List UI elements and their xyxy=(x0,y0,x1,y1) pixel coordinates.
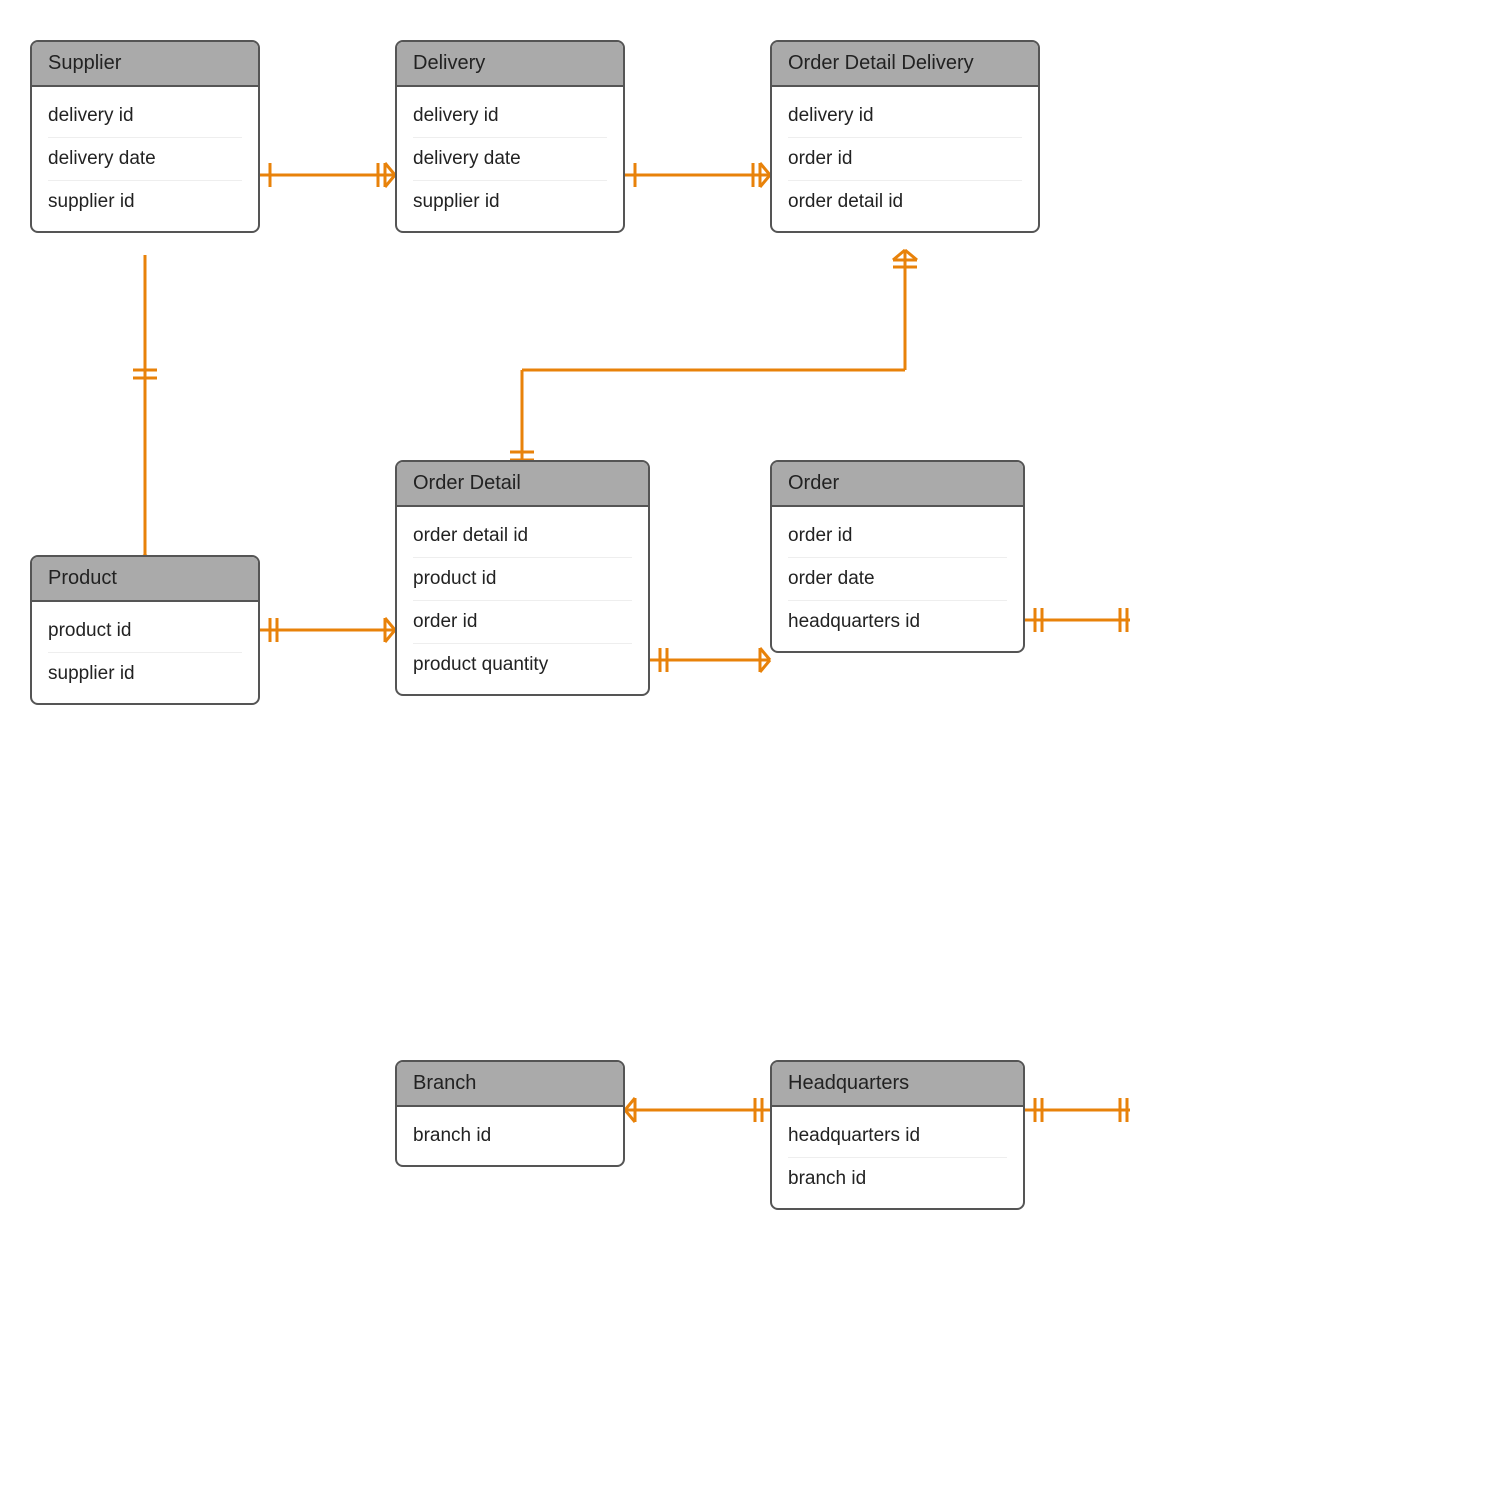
field-order_detail-2: order id xyxy=(413,601,632,644)
field-delivery-0: delivery id xyxy=(413,95,607,138)
field-order_detail-1: product id xyxy=(413,558,632,601)
table-header-product: Product xyxy=(32,557,258,602)
field-order_detail-0: order detail id xyxy=(413,515,632,558)
field-supplier-0: delivery id xyxy=(48,95,242,138)
field-order-0: order id xyxy=(788,515,1007,558)
table-header-supplier: Supplier xyxy=(32,42,258,87)
table-order: Orderorder idorder dateheadquarters id xyxy=(770,460,1025,653)
field-order_detail_delivery-1: order id xyxy=(788,138,1022,181)
table-body-order_detail_delivery: delivery idorder idorder detail id xyxy=(772,87,1038,231)
table-body-supplier: delivery iddelivery datesupplier id xyxy=(32,87,258,231)
table-body-product: product idsupplier id xyxy=(32,602,258,703)
field-supplier-1: delivery date xyxy=(48,138,242,181)
table-body-branch: branch id xyxy=(397,1107,623,1165)
field-product-0: product id xyxy=(48,610,242,653)
field-delivery-2: supplier id xyxy=(413,181,607,223)
field-product-1: supplier id xyxy=(48,653,242,695)
field-order_detail_delivery-0: delivery id xyxy=(788,95,1022,138)
table-body-order_detail: order detail idproduct idorder idproduct… xyxy=(397,507,648,694)
table-supplier: Supplierdelivery iddelivery datesupplier… xyxy=(30,40,260,233)
field-headquarters-0: headquarters id xyxy=(788,1115,1007,1158)
field-branch-0: branch id xyxy=(413,1115,607,1157)
table-body-delivery: delivery iddelivery datesupplier id xyxy=(397,87,623,231)
table-product: Productproduct idsupplier id xyxy=(30,555,260,705)
table-order_detail_delivery: Order Detail Deliverydelivery idorder id… xyxy=(770,40,1040,233)
field-order_detail-3: product quantity xyxy=(413,644,632,686)
table-header-order: Order xyxy=(772,462,1023,507)
field-supplier-2: supplier id xyxy=(48,181,242,223)
table-delivery: Deliverydelivery iddelivery datesupplier… xyxy=(395,40,625,233)
table-header-branch: Branch xyxy=(397,1062,623,1107)
table-headquarters: Headquartersheadquarters idbranch id xyxy=(770,1060,1025,1210)
table-header-order_detail: Order Detail xyxy=(397,462,648,507)
field-delivery-1: delivery date xyxy=(413,138,607,181)
table-header-delivery: Delivery xyxy=(397,42,623,87)
table-branch: Branch branch id xyxy=(395,1060,625,1167)
field-order-2: headquarters id xyxy=(788,601,1007,643)
table-header-headquarters: Headquarters xyxy=(772,1062,1023,1107)
table-body-order: order idorder dateheadquarters id xyxy=(772,507,1023,651)
table-header-order_detail_delivery: Order Detail Delivery xyxy=(772,42,1038,87)
field-headquarters-1: branch id xyxy=(788,1158,1007,1200)
field-order_detail_delivery-2: order detail id xyxy=(788,181,1022,223)
field-order-1: order date xyxy=(788,558,1007,601)
table-body-headquarters: headquarters idbranch id xyxy=(772,1107,1023,1208)
table-order_detail: Order Detailorder detail idproduct idord… xyxy=(395,460,650,696)
